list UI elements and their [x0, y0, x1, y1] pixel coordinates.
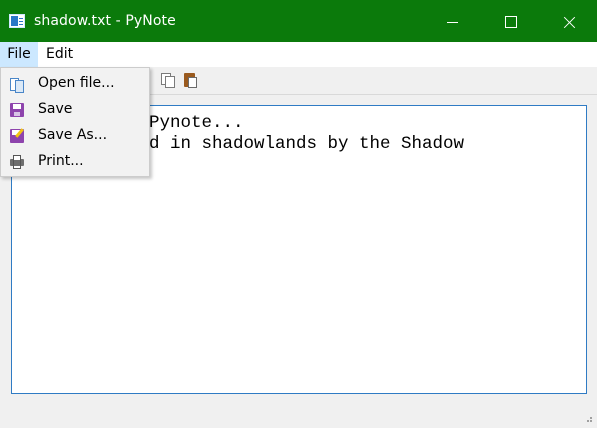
minimize-button[interactable]	[429, 0, 475, 42]
close-button[interactable]	[547, 0, 593, 42]
open-icon	[10, 77, 24, 93]
menu-item-open-file[interactable]: Open file...	[2, 71, 148, 97]
menu-item-print[interactable]: Print...	[2, 149, 148, 175]
save-icon	[10, 103, 24, 117]
menu-edit[interactable]: Edit	[46, 42, 73, 67]
menu-item-label: Save	[38, 101, 73, 117]
editor-line: d in shadowlands by the Shadow	[149, 134, 465, 154]
save-as-icon	[10, 129, 24, 143]
file-menu-dropdown: Open file... Save Save As... Print...	[0, 67, 150, 177]
menu-item-label: Print...	[38, 153, 84, 169]
print-icon	[10, 155, 24, 169]
menu-item-save-as[interactable]: Save As...	[2, 123, 148, 149]
menu-item-label: Open file...	[38, 75, 115, 91]
menu-item-save[interactable]: Save	[2, 97, 148, 123]
paste-icon[interactable]	[184, 73, 197, 88]
menu-file[interactable]: File	[0, 42, 38, 67]
maximize-button[interactable]	[488, 0, 534, 42]
editor-line: Pynote...	[149, 113, 244, 133]
copy-icon[interactable]	[161, 73, 175, 88]
resize-grip[interactable]	[584, 410, 594, 424]
title-bar: shadow.txt - PyNote	[0, 0, 597, 42]
app-icon	[9, 14, 25, 28]
menu-bar: File Edit	[0, 42, 597, 67]
menu-item-label: Save As...	[38, 127, 108, 143]
window-title: shadow.txt - PyNote	[34, 13, 176, 29]
